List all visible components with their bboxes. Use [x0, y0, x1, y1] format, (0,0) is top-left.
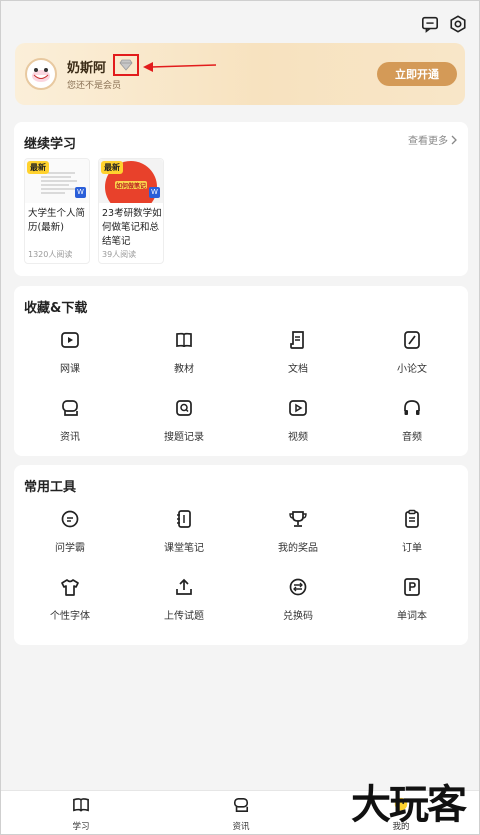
grid-label: 课堂笔记 — [164, 543, 204, 554]
grid-label: 资讯 — [60, 432, 80, 443]
grid-label: 搜题记录 — [164, 432, 204, 443]
membership-status: 您还不是会员 — [67, 81, 122, 91]
word-icon: W — [75, 187, 86, 198]
arrow-annotation — [143, 62, 217, 72]
notebook-icon — [177, 510, 191, 528]
grid-label: 网课 — [60, 364, 80, 375]
news-tab-icon — [233, 797, 249, 813]
grid-label: 音频 — [402, 432, 422, 443]
grid-item-paper[interactable]: 小论文 — [372, 330, 452, 375]
headphones-icon — [404, 400, 420, 415]
tshirt-icon — [61, 579, 79, 596]
grid-item-video[interactable]: 视频 — [258, 398, 338, 443]
tools-card: 常用工具 问学霸 课堂笔记 我的奖品 订单 个性字体 上传试题 兑换码 单词本 — [14, 465, 468, 645]
grid-label: 问学霸 — [55, 543, 85, 554]
grid-item-redeem[interactable]: 兑换码 — [258, 577, 338, 622]
play-icon — [61, 332, 79, 348]
grid-item-document[interactable]: 文档 — [258, 330, 338, 375]
open-membership-button[interactable]: 立即开通 — [377, 62, 457, 86]
watermark: 大玩客 — [351, 781, 467, 828]
chevron-right-icon — [451, 135, 457, 144]
section-title: 继续学习 — [24, 137, 77, 152]
member-card[interactable]: 奶斯阿 您还不是会员 立即开通 — [15, 43, 465, 105]
grid-item-orders[interactable]: 订单 — [372, 509, 452, 554]
section-title: 收藏&下载 — [24, 301, 88, 316]
continue-learning-card: 继续学习 查看更多 最新 W 大学生个人简历(最新) 1320人阅读 如何做笔记… — [14, 122, 468, 276]
grid-item-audio[interactable]: 音频 — [372, 398, 452, 443]
grid-item-news[interactable]: 资讯 — [30, 398, 110, 443]
news-icon — [62, 400, 78, 416]
chat-icon — [61, 510, 79, 528]
diamond-icon[interactable] — [113, 54, 139, 76]
grid-item-prizes[interactable]: 我的奖品 — [258, 509, 338, 554]
grid-label: 文档 — [288, 364, 308, 375]
grid-item-upload[interactable]: 上传试题 — [144, 577, 224, 622]
tab-study[interactable]: 学习 — [51, 797, 111, 832]
grid-item-fonts[interactable]: 个性字体 — [30, 577, 110, 622]
new-tag: 最新 — [101, 161, 123, 174]
cover-text: 如何做笔记 — [116, 183, 147, 190]
grid-label: 兑换码 — [283, 611, 313, 622]
avatar[interactable] — [25, 58, 57, 90]
grid-item-online-course[interactable]: 网课 — [30, 330, 110, 375]
tab-label: 学习 — [72, 822, 90, 832]
see-more-label: 查看更多 — [408, 136, 448, 147]
section-title: 常用工具 — [24, 480, 77, 495]
grid-label: 视频 — [288, 432, 308, 443]
grid-item-vocab[interactable]: 单词本 — [372, 577, 452, 622]
book-icon — [176, 332, 192, 348]
favorites-card: 收藏&下载 网课 教材 文档 小论文 资讯 搜题记录 视频 音频 — [14, 286, 468, 456]
settings-icon[interactable] — [449, 15, 467, 33]
grid-label: 单词本 — [397, 611, 427, 622]
pen-icon — [404, 331, 420, 349]
top-icons — [421, 15, 467, 33]
book-title: 23考研数学如何做笔记和总结笔记 — [102, 208, 162, 247]
exchange-icon — [289, 578, 307, 596]
book-card[interactable]: 最新 W 大学生个人简历(最新) 1320人阅读 — [24, 158, 90, 264]
grid-label: 上传试题 — [164, 611, 204, 622]
grid-label: 个性字体 — [50, 611, 90, 622]
grid-item-class-notes[interactable]: 课堂笔记 — [144, 509, 224, 554]
vocab-icon — [404, 578, 420, 596]
upload-icon — [176, 578, 192, 595]
grid-item-search-history[interactable]: 搜题记录 — [144, 398, 224, 443]
see-more-link[interactable]: 查看更多 — [408, 132, 458, 147]
book-card[interactable]: 如何做笔记 最新 W 23考研数学如何做笔记和总结笔记 39人阅读 — [98, 158, 164, 264]
grid-item-ask[interactable]: 问学霸 — [30, 509, 110, 554]
grid-item-textbook[interactable]: 教材 — [144, 330, 224, 375]
book-reads: 1320人阅读 — [28, 250, 73, 259]
document-icon — [290, 331, 304, 349]
trophy-icon — [289, 511, 307, 527]
book-reads: 39人阅读 — [102, 250, 137, 259]
message-icon[interactable] — [421, 15, 439, 33]
study-icon — [73, 798, 89, 812]
search-icon — [176, 400, 192, 416]
grid-label: 订单 — [402, 543, 422, 554]
grid-label: 教材 — [174, 364, 194, 375]
word-icon: W — [149, 187, 160, 198]
tab-label: 资讯 — [232, 822, 250, 832]
video-icon — [289, 400, 307, 416]
book-title: 大学生个人简历(最新) — [28, 208, 86, 233]
new-tag: 最新 — [27, 161, 49, 174]
clipboard-icon — [405, 509, 419, 528]
grid-label: 小论文 — [397, 364, 427, 375]
grid-label: 我的奖品 — [278, 543, 318, 554]
tab-news[interactable]: 资讯 — [211, 797, 271, 832]
